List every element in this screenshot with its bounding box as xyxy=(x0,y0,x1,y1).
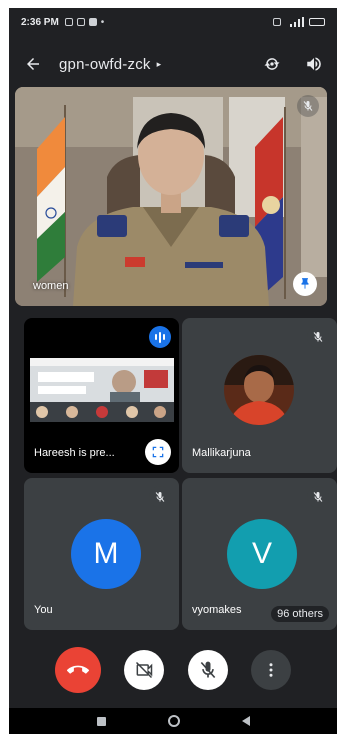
mic-toggle-button[interactable] xyxy=(187,650,228,690)
speaker-video xyxy=(15,87,327,306)
end-call-button[interactable] xyxy=(54,647,101,693)
status-right xyxy=(273,17,325,27)
main-speaker-tile[interactable]: women xyxy=(15,87,327,306)
call-controls xyxy=(9,647,337,693)
fullscreen-icon[interactable] xyxy=(145,439,171,465)
camera-off-icon xyxy=(136,661,153,679)
more-vert-icon xyxy=(269,663,273,677)
mic-off-icon xyxy=(307,486,329,508)
status-bar: 2:36 PM • xyxy=(9,8,337,36)
more-options-button[interactable] xyxy=(251,650,292,690)
app-bar: gpn-owfd-zck ▸ xyxy=(9,44,337,84)
presentation-tile[interactable]: Hareesh is pre... xyxy=(24,318,179,473)
participant-tile-you[interactable]: M You xyxy=(24,478,179,630)
recents-icon[interactable] xyxy=(96,716,106,726)
sim-icon xyxy=(273,18,281,26)
others-count-badge[interactable]: 96 others xyxy=(271,606,329,622)
phone-screen: 2:36 PM • gpn-owfd-zck ▸ women Hareesh i… xyxy=(9,8,337,734)
participant-name: You xyxy=(34,604,53,616)
end-call-icon xyxy=(66,665,89,674)
avatar xyxy=(224,355,294,425)
mic-off-icon xyxy=(149,486,171,508)
mic-off-icon xyxy=(200,661,216,679)
mic-off-icon xyxy=(297,95,319,117)
system-nav-bar xyxy=(9,708,337,734)
battery-icon xyxy=(309,18,325,26)
participant-name: vyomakes xyxy=(192,604,242,616)
avatar: V xyxy=(227,519,297,589)
participant-tile-vyomakes[interactable]: V vyomakes 96 others xyxy=(182,478,337,630)
status-time: 2:36 PM xyxy=(21,16,59,28)
back-arrow-icon[interactable] xyxy=(21,52,45,76)
home-icon[interactable] xyxy=(167,715,180,727)
mic-off-icon xyxy=(307,326,329,348)
switch-camera-icon[interactable] xyxy=(261,53,283,75)
participant-name: women xyxy=(33,280,69,292)
back-icon[interactable] xyxy=(241,716,250,726)
camera-toggle-button[interactable] xyxy=(124,650,165,690)
speaker-icon[interactable] xyxy=(303,53,325,75)
pin-icon[interactable] xyxy=(293,272,317,296)
shared-screen-thumbnail xyxy=(30,358,174,422)
status-dot: • xyxy=(100,16,105,28)
presenter-label: Hareesh is pre... xyxy=(34,447,115,459)
signal-icon xyxy=(290,17,304,27)
participant-name: Mallikarjuna xyxy=(192,447,251,459)
meeting-code[interactable]: gpn-owfd-zck xyxy=(59,56,151,73)
avatar: M xyxy=(71,519,141,589)
notification-icon xyxy=(64,18,73,26)
notification-icon xyxy=(76,18,85,26)
meeting-info-caret[interactable]: ▸ xyxy=(157,59,162,70)
audio-level-icon xyxy=(149,326,171,348)
notification-icon xyxy=(88,18,97,26)
participant-tile-mallikarjuna[interactable]: Mallikarjuna xyxy=(182,318,337,473)
